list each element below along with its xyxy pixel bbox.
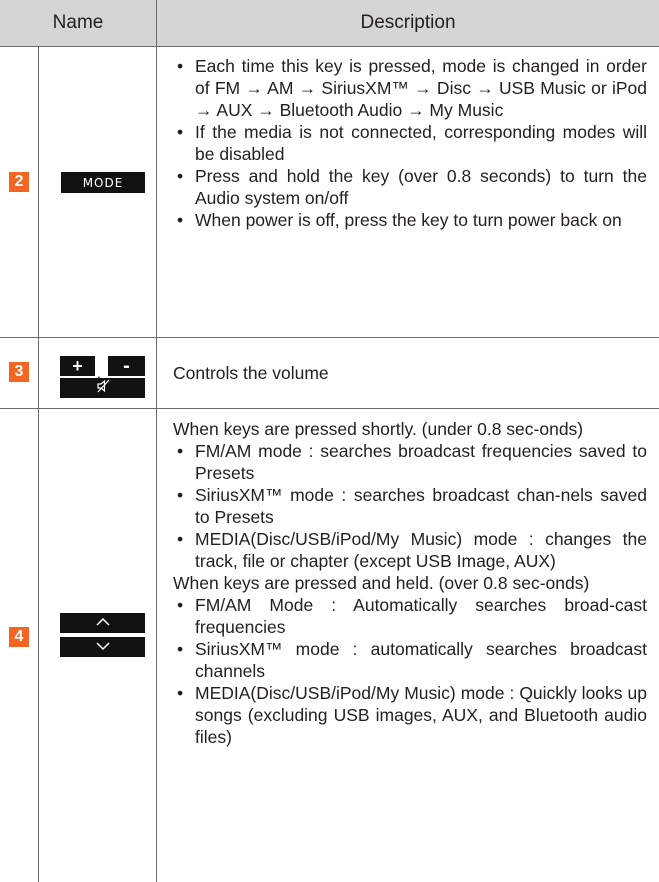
volume-down-button: -: [108, 355, 145, 377]
header-name: Name: [52, 12, 104, 33]
mode-button: MODE: [61, 172, 145, 193]
row-number-badge: 4: [9, 627, 29, 647]
list-item: MEDIA(Disc/USB/iPod/My Music) mode : cha…: [173, 528, 647, 572]
list-item: FM/AM Mode : Automatically searches broa…: [173, 594, 647, 638]
list-item: When power is off, press the key to turn…: [173, 209, 647, 231]
list-item: SiriusXM™ mode : searches broadcast chan…: [173, 484, 647, 528]
column-divider-description: [156, 47, 157, 882]
description-text: Controls the volume: [173, 363, 329, 383]
chevron-down-icon: [95, 638, 111, 656]
table-header: Name Description: [0, 0, 659, 47]
seek-up-button: [60, 613, 145, 633]
mute-button: [60, 378, 145, 398]
list-item: Each time this key is pressed, mode is c…: [173, 55, 647, 121]
chevron-up-icon: [95, 614, 111, 632]
row-number-badge: 2: [9, 172, 29, 192]
row-divider: [0, 408, 659, 409]
row-description: Each time this key is pressed, mode is c…: [173, 55, 647, 231]
list-item: MEDIA(Disc/USB/iPod/My Music) mode : Qui…: [173, 682, 647, 748]
description-text: When keys are pressed shortly. (under 0.…: [173, 419, 584, 439]
header-description: Description: [156, 0, 659, 46]
list-item: FM/AM mode : searches broadcast frequenc…: [173, 440, 647, 484]
row-description: Controls the volume: [173, 362, 647, 384]
row-number-badge: 3: [9, 362, 29, 382]
list-item: If the media is not connected, correspon…: [173, 121, 647, 165]
description-text: When keys are pressed and held. (over 0.…: [173, 573, 590, 593]
seek-down-button: [60, 637, 145, 657]
row-description: When keys are pressed shortly. (under 0.…: [173, 418, 647, 748]
mute-icon: [96, 379, 110, 398]
column-divider-number: [38, 47, 39, 882]
list-item: SiriusXM™ mode : automatically searches …: [173, 638, 647, 682]
list-item: Press and hold the key (over 0.8 seconds…: [173, 165, 647, 209]
volume-up-button: +: [60, 356, 95, 376]
row-divider: [0, 337, 659, 338]
controls-table: Name Description 2 MODE Each time this k…: [0, 0, 659, 882]
